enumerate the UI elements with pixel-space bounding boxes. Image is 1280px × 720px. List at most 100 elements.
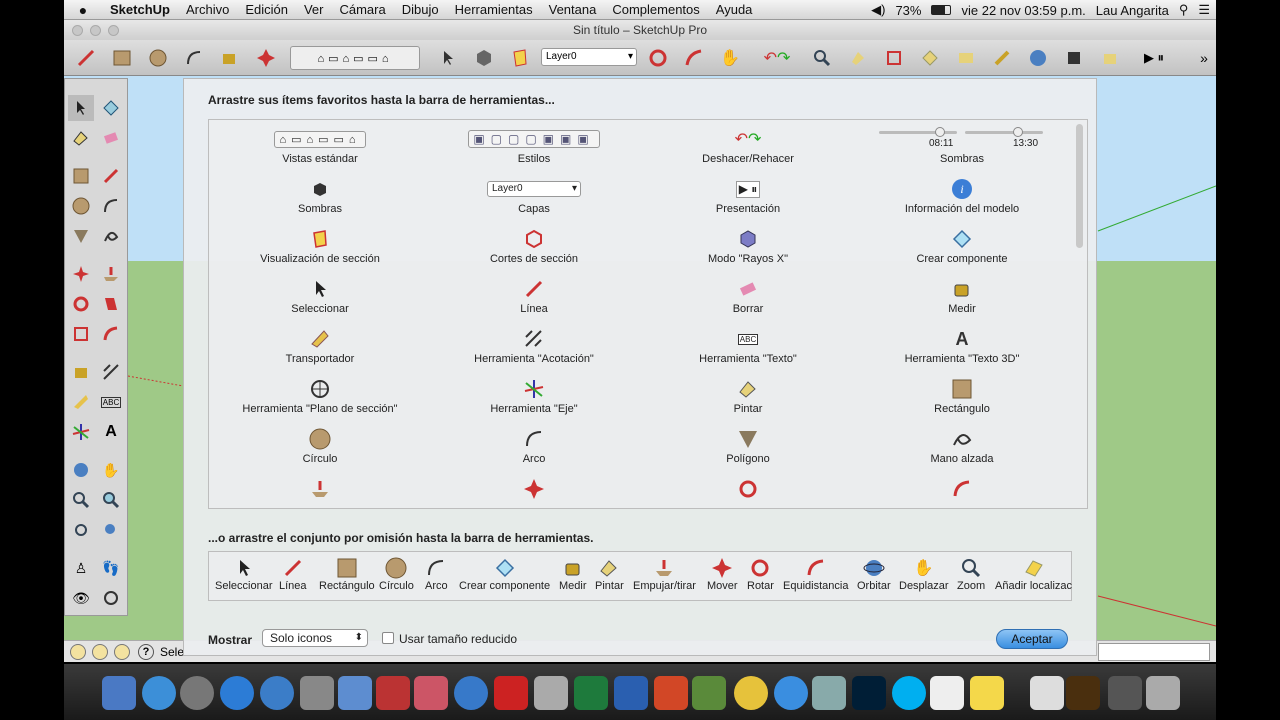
- tape-icon[interactable]: [218, 46, 242, 70]
- zoom-window-icon[interactable]: [98, 487, 124, 513]
- previous-view-icon[interactable]: [98, 517, 124, 543]
- favorite-item[interactable]: Herramienta "Acotación": [427, 328, 641, 365]
- apple-icon[interactable]: ●: [64, 2, 102, 18]
- spotlight-search-icon[interactable]: ⚲: [1179, 2, 1189, 18]
- move-icon[interactable]: [427, 478, 641, 503]
- arc-icon[interactable]: [98, 193, 124, 219]
- date-slider-handle[interactable]: [1013, 127, 1023, 137]
- favorite-item[interactable]: Cortes de sección: [427, 228, 641, 265]
- dimension-icon[interactable]: [98, 359, 124, 385]
- zoom-icon[interactable]: [68, 487, 94, 513]
- text3d-icon[interactable]: A: [98, 419, 124, 445]
- rectangle-icon[interactable]: [68, 163, 94, 189]
- favorite-item[interactable]: Pintar: [641, 378, 855, 415]
- measurements-box[interactable]: [1098, 643, 1210, 661]
- favorite-item[interactable]: Rectángulo: [855, 378, 1069, 415]
- pencil-icon[interactable]: [74, 46, 98, 70]
- menu-app[interactable]: SketchUp: [102, 2, 178, 17]
- favorite-item[interactable]: ⌂▭⌂▭▭⌂ Vistas estándar: [213, 128, 427, 165]
- look-around-icon[interactable]: 👁: [68, 585, 94, 611]
- offset-icon[interactable]: [682, 46, 706, 70]
- menubar-clock[interactable]: vie 22 nov 03:59 p.m.: [961, 3, 1085, 18]
- circle-icon[interactable]: [146, 46, 170, 70]
- time-slider-handle[interactable]: [935, 127, 945, 137]
- menu-complementos[interactable]: Complementos: [604, 2, 707, 17]
- presentation-icon[interactable]: ▶ ⏸: [1134, 46, 1174, 70]
- battery-percent[interactable]: 73%: [895, 3, 921, 18]
- tape-icon[interactable]: [68, 359, 94, 385]
- undo-redo-icon[interactable]: ↶ ↷: [754, 46, 800, 70]
- freehand-icon[interactable]: [98, 223, 124, 249]
- favorite-item[interactable]: Línea: [427, 278, 641, 315]
- documents-icon[interactable]: [1030, 676, 1064, 710]
- section-display-icon[interactable]: [508, 46, 532, 70]
- offset-icon[interactable]: [98, 321, 124, 347]
- menu-ventana[interactable]: Ventana: [541, 2, 605, 17]
- favorite-item[interactable]: Polígono: [641, 428, 855, 465]
- pencil-icon[interactable]: [98, 163, 124, 189]
- credits-icon[interactable]: [92, 644, 108, 660]
- favorite-item[interactable]: Herramienta "Eje": [427, 378, 641, 415]
- menu-ayuda[interactable]: Ayuda: [708, 2, 761, 17]
- favorite-item[interactable]: Arco: [427, 428, 641, 465]
- default-set-item[interactable]: Línea: [279, 556, 307, 592]
- rotate-icon[interactable]: [641, 478, 855, 503]
- default-set-item[interactable]: Medir: [559, 556, 587, 592]
- default-set-item[interactable]: Añadir localizac: [995, 556, 1072, 592]
- move-icon[interactable]: [68, 261, 94, 287]
- rotate-icon[interactable]: [68, 291, 94, 317]
- stickies-icon[interactable]: [970, 676, 1004, 710]
- skype-icon[interactable]: [892, 676, 926, 710]
- favorite-item[interactable]: Layer0 ▾ Capas: [427, 178, 641, 215]
- launchpad-icon[interactable]: [180, 676, 214, 710]
- favorite-item[interactable]: ABC Herramienta "Texto": [641, 328, 855, 365]
- default-set-item[interactable]: Equidistancia: [783, 556, 848, 592]
- volume-icon[interactable]: ◀): [871, 2, 885, 18]
- favorite-item[interactable]: Crear componente: [855, 228, 1069, 265]
- menubar-user[interactable]: Lau Angarita: [1096, 3, 1169, 18]
- sketchup-icon[interactable]: [692, 676, 726, 710]
- share-icon[interactable]: [1098, 46, 1122, 70]
- favorite-item[interactable]: Modo "Rayos X": [641, 228, 855, 265]
- shadow-sliders[interactable]: 08:11 13:30: [877, 127, 1047, 150]
- favorite-item[interactable]: ▶ ⏸ Presentación: [641, 178, 855, 215]
- quicktime-icon[interactable]: [260, 676, 294, 710]
- arc-icon[interactable]: [182, 46, 206, 70]
- downloads-icon[interactable]: [1108, 676, 1142, 710]
- minimize-window-button[interactable]: [90, 25, 101, 36]
- favorite-item[interactable]: ↶ ↷ Deshacer/Rehacer: [641, 128, 855, 165]
- menu-ver[interactable]: Ver: [296, 2, 332, 17]
- favorite-item[interactable]: Seleccionar: [213, 278, 427, 315]
- select-icon[interactable]: [68, 95, 94, 121]
- close-window-button[interactable]: [72, 25, 83, 36]
- rotate-icon[interactable]: [646, 46, 670, 70]
- favorite-item[interactable]: i Información del modelo: [855, 178, 1069, 215]
- default-set-item[interactable]: Crear componente: [459, 556, 550, 592]
- default-set-item[interactable]: Mover: [707, 556, 738, 592]
- accept-button[interactable]: Aceptar: [996, 629, 1068, 649]
- paint-icon[interactable]: [846, 46, 870, 70]
- offset-icon[interactable]: [855, 478, 1069, 503]
- menu-edicion[interactable]: Edición: [237, 2, 296, 17]
- default-set-item[interactable]: Rotar: [747, 556, 774, 592]
- style-cube-icon[interactable]: [472, 46, 496, 70]
- favorite-item[interactable]: ▣▢▢▢▣▣▣ Estilos: [427, 128, 641, 165]
- sketch-app-icon[interactable]: [414, 676, 448, 710]
- default-set-item[interactable]: Empujar/tirar: [633, 556, 696, 592]
- default-set-item[interactable]: Zoom: [957, 556, 985, 592]
- show-select[interactable]: Solo iconos: [262, 629, 368, 647]
- menu-archivo[interactable]: Archivo: [178, 2, 237, 17]
- polygon-icon[interactable]: [68, 223, 94, 249]
- airport-icon[interactable]: [338, 676, 372, 710]
- protractor-icon[interactable]: [68, 389, 94, 415]
- menu-dibujo[interactable]: Dibujo: [394, 2, 447, 17]
- toolbar-overflow-icon[interactable]: »: [1192, 46, 1216, 70]
- layout-icon[interactable]: [494, 676, 528, 710]
- default-set-item[interactable]: Rectángulo: [319, 556, 375, 592]
- favorite-item[interactable]: Medir: [855, 278, 1069, 315]
- pan-hand-icon[interactable]: ✋: [718, 46, 742, 70]
- move-icon[interactable]: [254, 46, 278, 70]
- favorite-item[interactable]: Herramienta "Plano de sección": [213, 378, 427, 415]
- rectangle-icon[interactable]: [110, 46, 134, 70]
- photoshop-icon[interactable]: [852, 676, 886, 710]
